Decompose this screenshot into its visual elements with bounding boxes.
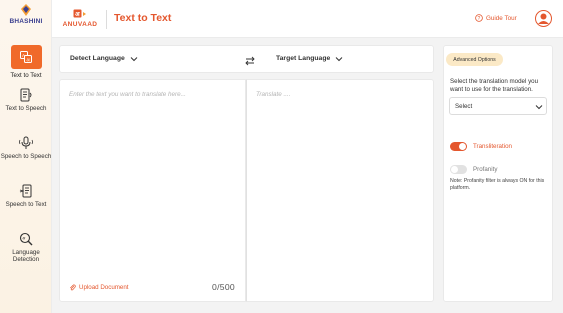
advanced-options-badge[interactable]: Advanced Options [446,53,503,66]
chevron-down-icon [535,105,543,110]
text-translate-icon: A अ [20,51,32,63]
source-language-label: Detect Language [70,55,125,62]
sidebar-item-text-to-text[interactable]: A अ Text to Text [0,45,52,79]
speech-to-speech-icon [19,136,33,149]
translation-model-select[interactable]: Select [449,97,547,115]
svg-text:?: ? [478,16,481,22]
sidebar-item-speech-to-text[interactable]: Speech to Text [0,184,52,208]
upload-document-button[interactable]: Upload Document [69,284,129,291]
model-description: Select the translation model you want to… [450,78,539,93]
anuvaad-logo-mark-icon: अ [73,9,86,18]
sidebar-item-label: Speech to Speech [0,153,52,160]
guide-tour-label: Guide Tour [486,14,517,22]
active-tile: A अ [10,45,42,69]
source-text-pane: Upload Document 0/500 [59,79,246,302]
sidebar-item-language-detection[interactable]: अ Language Detection [0,232,52,264]
profanity-row: Profanity [450,165,497,174]
header-divider [106,10,107,29]
anuvaad-logo[interactable]: अ ANUVAAD [62,9,98,28]
svg-text:अ: अ [75,12,80,18]
advanced-options-panel: Advanced Options Select the translation … [443,45,553,302]
guide-tour-button[interactable]: ? Guide Tour [475,14,517,22]
bhashini-logo-mark-icon [21,4,31,16]
target-text-output[interactable] [256,91,421,261]
chevron-down-icon [130,56,138,61]
svg-text:A: A [22,53,25,58]
profanity-note: Note: Profanity filter is always ON for … [450,178,545,192]
app-header: अ ANUVAAD Text to Text ? Guide Tour [52,0,563,38]
paperclip-icon [70,284,76,291]
sidebar-item-speech-to-speech[interactable]: Speech to Speech [0,136,52,160]
chevron-down-icon [335,56,343,61]
model-select-value: Select [455,103,473,110]
brand-name: BHASHINI [9,18,43,25]
svg-text:अ: अ [26,57,30,62]
target-text-pane [246,79,434,302]
profanity-toggle[interactable] [450,165,467,174]
toggle-knob [459,143,466,150]
text-to-speech-icon [20,88,32,102]
target-language-select[interactable]: Target Language [276,55,343,62]
language-detection-icon: अ [19,232,33,246]
sidebar-item-label: Text to Text [10,72,42,79]
profanity-label: Profanity [473,166,498,173]
toggle-knob [451,166,458,173]
sidebar-item-label: Text to Speech [5,105,47,112]
speech-to-text-icon [19,184,32,198]
transliteration-toggle[interactable] [450,142,467,151]
transliteration-label: Transliteration [473,143,512,150]
page-title: Text to Text [114,12,172,24]
sidebar-item-text-to-speech[interactable]: Text to Speech [0,88,52,112]
target-language-label: Target Language [276,55,331,62]
logo-text: ANUVAAD [62,21,98,28]
source-text-input[interactable] [69,91,234,261]
sidebar-item-label: Speech to Text [5,201,47,208]
svg-text:अ: अ [22,236,26,241]
language-bar: Detect Language Target Language [59,45,434,73]
bhashini-logo[interactable]: BHASHINI [4,3,48,25]
transliteration-row: Transliteration [450,142,512,151]
character-count: 0/500 [212,282,236,292]
swap-languages-icon[interactable] [244,55,256,67]
sidebar: BHASHINI A अ Text to Text Text to Speech [0,0,52,313]
source-language-select[interactable]: Detect Language [70,55,138,62]
sidebar-item-label: Language Detection [12,249,40,264]
help-circle-icon: ? [475,14,483,22]
upload-document-label: Upload Document [79,284,129,291]
user-avatar-icon[interactable] [535,10,552,27]
